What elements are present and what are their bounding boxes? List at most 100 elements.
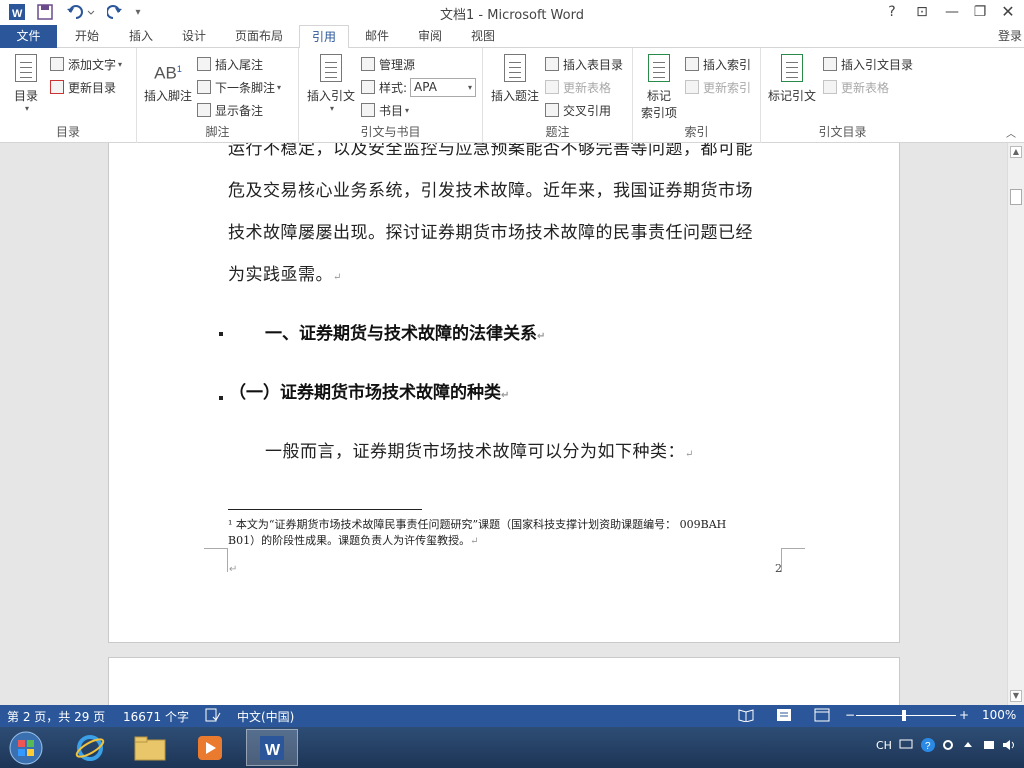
window-title: 文档1 - Microsoft Word xyxy=(440,8,584,23)
print-layout-icon[interactable] xyxy=(776,708,792,725)
file-explorer-icon[interactable] xyxy=(124,729,176,766)
tab-review[interactable]: 审阅 xyxy=(407,25,453,48)
scrollbar-thumb[interactable] xyxy=(1010,189,1022,205)
status-bar: 第 2 页，共 29 页 16671 个字 中文(中国) − + 100% xyxy=(0,705,1024,727)
tab-references[interactable]: 引用 xyxy=(299,25,349,49)
page-number: 2 xyxy=(775,562,782,575)
mark-entry-button[interactable]: 标记 索引项 xyxy=(637,54,681,121)
update-toc-icon xyxy=(50,80,64,94)
body-paragraph: 一般而言，证券期货市场技术故障可以分为如下种类：↵ xyxy=(265,442,694,462)
update-table-icon xyxy=(545,80,559,94)
close-button[interactable]: ✕ xyxy=(994,2,1022,22)
insert-caption-button[interactable]: 插入题注 xyxy=(487,54,543,104)
tab-view[interactable]: 视图 xyxy=(460,25,506,48)
ribbon: 目录 ▾ 添加文字 ▾ 更新目录 目录 AB1 插入脚注 插入尾注 下一条脚注 ▾ … xyxy=(0,48,1024,143)
footnote-icon: AB1 xyxy=(154,63,182,83)
manage-sources-button[interactable]: 管理源 xyxy=(361,54,415,74)
word-count[interactable]: 16671 个字 xyxy=(123,708,189,725)
paragraph-mark: ↵ xyxy=(470,536,479,547)
body-line-1: 运行不稳定，以及安全监控与应急预案能否不够完善等问题，都可能 xyxy=(228,143,753,159)
network-icon[interactable] xyxy=(983,739,995,754)
update-toc-button[interactable]: 更新目录 xyxy=(50,77,116,97)
paragraph-mark: ↵ xyxy=(537,331,546,342)
footnote-line-1: ¹ 本文为“证券期货市场技术故障民事责任问题研究”课题（国家科技支撑计划资助课题… xyxy=(228,518,727,531)
insert-footnote-button[interactable]: AB1 插入脚注 xyxy=(141,54,195,104)
insert-toa-button[interactable]: 插入引文目录 xyxy=(823,54,913,74)
zoom-out-button[interactable]: − xyxy=(845,708,855,722)
insert-citation-button[interactable]: 插入引文 ▾ xyxy=(303,54,359,113)
svg-text:W: W xyxy=(265,742,281,759)
scroll-up-icon[interactable]: ▲ xyxy=(1010,146,1022,158)
footnote-separator xyxy=(228,509,422,510)
minimize-button[interactable]: — xyxy=(938,2,966,22)
tab-home[interactable]: 开始 xyxy=(64,25,110,48)
settings-icon[interactable] xyxy=(942,739,954,754)
tab-mailings[interactable]: 邮件 xyxy=(354,25,400,48)
insert-index-icon xyxy=(685,57,699,71)
input-language-indicator[interactable]: CH xyxy=(876,739,892,752)
list-bullet xyxy=(219,332,223,336)
add-text-button[interactable]: 添加文字 ▾ xyxy=(50,54,122,74)
media-player-icon[interactable] xyxy=(184,729,236,766)
volume-icon[interactable] xyxy=(1002,739,1016,754)
help-button[interactable]: ? xyxy=(878,2,906,22)
zoom-level[interactable]: 100% xyxy=(982,708,1016,722)
insert-table-of-figures-button[interactable]: 插入表目录 xyxy=(545,54,623,74)
style-selector: 样式: APA ▾ xyxy=(361,77,477,97)
cross-reference-button[interactable]: 交叉引用 xyxy=(545,100,611,120)
web-layout-icon[interactable] xyxy=(814,708,830,725)
manage-sources-icon xyxy=(361,57,375,71)
start-button[interactable] xyxy=(0,729,52,766)
ribbon-display-options-button[interactable]: ⊡ xyxy=(908,2,936,22)
keyboard-icon[interactable] xyxy=(899,738,913,753)
read-mode-icon[interactable] xyxy=(738,708,754,725)
scroll-down-icon[interactable]: ▼ xyxy=(1010,690,1022,702)
zoom-slider-thumb[interactable] xyxy=(902,710,906,721)
bibliography-icon xyxy=(361,103,375,117)
collapse-ribbon-icon[interactable]: ︿ xyxy=(1006,125,1016,140)
proofing-icon[interactable] xyxy=(205,708,221,725)
help-icon[interactable]: ? xyxy=(920,737,936,756)
tab-insert[interactable]: 插入 xyxy=(118,25,164,48)
insert-index-button[interactable]: 插入索引 xyxy=(685,54,751,74)
show-notes-button[interactable]: 显示备注 xyxy=(197,100,263,120)
toc-button[interactable]: 目录 ▾ xyxy=(6,54,46,113)
update-table-button[interactable]: 更新表格 xyxy=(545,77,611,97)
vertical-scrollbar[interactable]: ▲ ▼ xyxy=(1007,143,1024,705)
language-indicator[interactable]: 中文(中国) xyxy=(237,708,294,725)
page-count[interactable]: 第 2 页，共 29 页 xyxy=(7,708,105,725)
word-taskbar-icon[interactable]: W xyxy=(246,729,298,766)
svg-text:?: ? xyxy=(925,741,931,752)
next-page[interactable] xyxy=(108,657,900,705)
style-dropdown[interactable]: APA ▾ xyxy=(410,77,477,97)
insert-endnote-button[interactable]: 插入尾注 xyxy=(197,54,263,74)
restore-button[interactable]: ❐ xyxy=(966,2,994,22)
group-captions: 插入题注 插入表目录 更新表格 交叉引用 题注 xyxy=(483,48,633,143)
toc-icon xyxy=(11,54,41,84)
group-citations: 插入引文 ▾ 管理源 样式: APA ▾ 书目 ▾ 引文与书目 xyxy=(299,48,483,143)
sign-in-link[interactable]: 登录 xyxy=(998,27,1022,44)
tab-layout[interactable]: 页面布局 xyxy=(226,25,292,48)
bibliography-button[interactable]: 书目 ▾ xyxy=(361,100,409,120)
update-index-button[interactable]: 更新索引 xyxy=(685,77,751,97)
paragraph-mark: ↵ xyxy=(501,390,510,401)
zoom-in-button[interactable]: + xyxy=(959,708,969,722)
next-footnote-button[interactable]: 下一条脚注 ▾ xyxy=(197,77,281,97)
crop-mark xyxy=(781,548,805,572)
mark-citation-button[interactable]: 标记引文 xyxy=(765,54,819,104)
group-label-footnotes: 脚注 xyxy=(205,125,230,139)
update-toa-button[interactable]: 更新表格 xyxy=(823,77,889,97)
show-hidden-icons-icon[interactable] xyxy=(963,739,973,752)
caption-icon xyxy=(500,54,530,84)
show-notes-icon xyxy=(197,103,211,117)
page[interactable]: 运行不稳定，以及安全监控与应急预案能否不够完善等问题，都可能 危及交易核心业务系… xyxy=(108,143,900,643)
endnote-icon xyxy=(197,57,211,71)
cross-reference-icon xyxy=(545,103,559,117)
list-bullet xyxy=(219,396,223,400)
title-bar: W ▾ 文档1 - Microsoft Word ? ⊡ — ❐ ✕ xyxy=(0,0,1024,25)
zoom-slider[interactable] xyxy=(856,715,956,716)
tab-design[interactable]: 设计 xyxy=(171,25,217,48)
tab-file[interactable]: 文件 xyxy=(0,25,57,48)
document-area[interactable]: 运行不稳定，以及安全监控与应急预案能否不够完善等问题，都可能 危及交易核心业务系… xyxy=(0,143,1007,705)
internet-explorer-icon[interactable] xyxy=(64,729,116,766)
